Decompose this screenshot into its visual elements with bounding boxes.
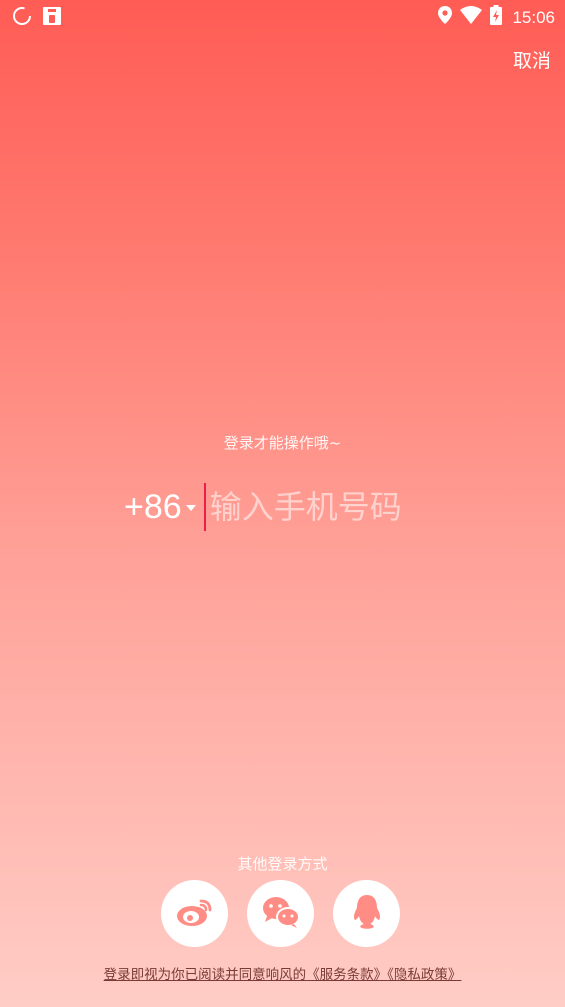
privacy-policy-link[interactable]: 《隐私政策》 <box>387 967 461 983</box>
weibo-login-button[interactable] <box>161 880 228 947</box>
login-screen: 15:06 取消 登录才能操作哦~ +86 其他登录方式 <box>0 0 565 1007</box>
country-code-label: +86 <box>124 487 182 526</box>
status-right-icons: 15:06 <box>438 5 555 30</box>
terms-of-service-link[interactable]: 《服务条款》 <box>306 967 387 983</box>
loading-ring-icon <box>12 6 32 30</box>
status-time: 15:06 <box>512 7 555 27</box>
phone-input-row: +86 <box>124 483 470 531</box>
weibo-icon <box>175 895 215 933</box>
qq-login-button[interactable] <box>333 880 400 947</box>
status-bar: 15:06 <box>0 0 565 34</box>
sim-card-icon <box>42 6 62 30</box>
agreement-prefix: 登录即视为你已阅读并同意响风的 <box>103 967 307 983</box>
qq-icon <box>350 893 384 935</box>
wechat-login-button[interactable] <box>247 880 314 947</box>
agreement-text: 登录即视为你已阅读并同意响风的《服务条款》《隐私政策》 <box>0 963 565 983</box>
wifi-icon <box>460 6 483 29</box>
login-prompt: 登录才能操作哦~ <box>223 434 342 452</box>
social-login-row <box>161 880 400 947</box>
wechat-icon <box>261 895 301 933</box>
status-left-icons <box>12 6 62 30</box>
location-pin-icon <box>438 6 453 29</box>
country-code-selector[interactable]: +86 <box>124 488 196 527</box>
cancel-button[interactable]: 取消 <box>513 46 551 73</box>
phone-number-input[interactable] <box>203 483 470 531</box>
other-login-title: 其他登录方式 <box>237 855 328 873</box>
dropdown-arrow-icon <box>185 505 196 511</box>
battery-charging-icon <box>490 5 503 30</box>
